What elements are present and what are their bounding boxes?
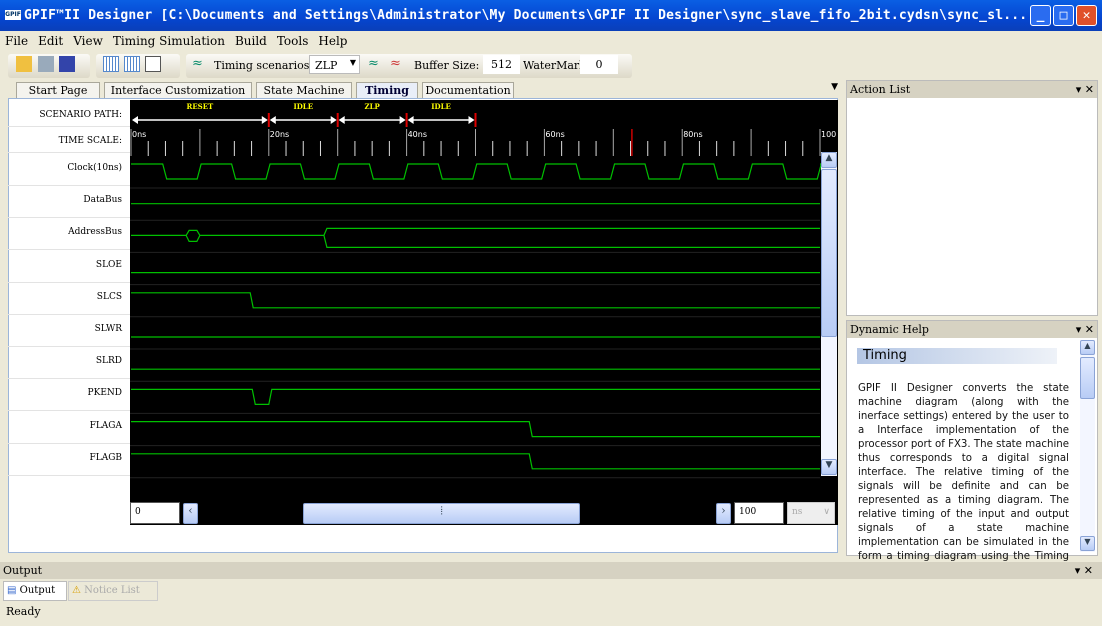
time-tick-label: 100 <box>821 130 836 139</box>
tab-interface-customization[interactable]: Interface Customization <box>104 82 252 98</box>
signal-waveform <box>131 227 820 248</box>
document-tabs: Start Page Interface Customization State… <box>8 80 838 98</box>
signal-label: FLAGA <box>89 420 122 431</box>
signal-label: AddressBus <box>68 227 122 238</box>
menu-edit[interactable]: Edit <box>33 31 68 48</box>
signal-label: PKEND <box>87 388 122 399</box>
signal-waveform <box>131 453 820 470</box>
signal-label: SLWR <box>94 324 122 334</box>
vertical-scrollbar[interactable]: ▲ ▼ <box>821 152 837 476</box>
panel-close-icon[interactable]: ▾ ✕ <box>1075 564 1093 577</box>
signal-label: Clock(10ns) <box>67 163 122 173</box>
menu-bar: File Edit View Timing Simulation Build Tools H… <box>0 31 1102 51</box>
save-icon[interactable] <box>59 56 75 72</box>
panel-icon[interactable] <box>145 56 161 72</box>
toolbar: ≈ Timing scenarios: ZLP ▼ ≈ ≈ Buffer Size… <box>0 52 1102 78</box>
timing-waveform[interactable]: RESET IDLE ZLP IDLE 0ns 20ns 40ns 60ns 80ns 100 <box>130 100 838 502</box>
signal-waveform <box>131 292 820 309</box>
delete-scenario-icon[interactable]: ≈ <box>390 56 406 72</box>
dynamic-help-title: Dynamic Help <box>850 323 929 336</box>
panel-close-icon[interactable]: ▾ ✕ <box>1076 323 1094 336</box>
action-list-title: Action List <box>850 83 911 96</box>
tab-documentation[interactable]: Documentation <box>422 82 514 98</box>
menu-file[interactable]: File <box>0 31 33 48</box>
minimize-button[interactable]: _ <box>1030 5 1051 26</box>
unit-select[interactable]: ns ∨ <box>787 502 835 524</box>
scenario-state-label: ZLP <box>365 102 381 111</box>
scroll-down-button[interactable]: ▼ <box>821 459 837 475</box>
signal-label: SLOE <box>95 259 122 270</box>
close-button[interactable]: ✕ <box>1076 5 1097 26</box>
help-text: GPIF II Designer converts the state mach… <box>858 383 1069 576</box>
vertical-scroll-thumb[interactable] <box>821 169 837 337</box>
range-end-input[interactable]: 100 <box>734 502 784 524</box>
time-scale-label: TIME SCALE: <box>58 136 122 146</box>
signal-waveform <box>131 421 820 438</box>
time-tick-label: 0ns <box>132 130 146 139</box>
edit-scenario-icon[interactable]: ≈ <box>368 56 384 72</box>
scroll-right-button[interactable]: › <box>716 503 731 524</box>
signal-waveform <box>131 163 823 180</box>
timing-scenario-select[interactable]: ZLP ▼ <box>309 55 360 74</box>
add-scenario-icon[interactable]: ≈ <box>192 56 208 72</box>
timing-grid-icon[interactable] <box>103 56 119 72</box>
chevron-down-icon: ▼ <box>349 58 356 67</box>
signal-label: DataBus <box>83 195 122 206</box>
range-start-input[interactable]: 0 <box>130 502 180 524</box>
warning-icon: ⚠ <box>72 585 85 596</box>
scenario-path-label: SCENARIO PATH: <box>39 110 122 120</box>
time-tick-label: 20ns <box>270 130 289 139</box>
title-bar: GPIF GPIF™II Designer [C:\Documents and … <box>0 0 1102 31</box>
help-heading: Timing <box>857 348 1057 364</box>
signal-label: SLRD <box>95 356 122 367</box>
scenario-state-label: IDLE <box>431 102 451 111</box>
status-text: Ready <box>6 605 41 618</box>
timing-grid2-icon[interactable] <box>124 56 140 72</box>
document-icon: ▤ <box>7 585 20 596</box>
time-tick-label: 60ns <box>545 130 564 139</box>
action-list-content <box>847 98 1097 315</box>
time-tick-label: 40ns <box>408 130 427 139</box>
timing-scenarios-label: Timing scenarios: <box>214 59 314 72</box>
app-icon: GPIF <box>5 10 21 20</box>
tab-start-page[interactable]: Start Page <box>16 82 100 98</box>
time-tick-label: 80ns <box>683 130 702 139</box>
menu-build[interactable]: Build <box>230 31 272 48</box>
buffer-size-label: Buffer Size: <box>414 59 480 72</box>
help-scrollbar[interactable]: ▲ ▼ <box>1080 340 1095 552</box>
signal-waveform <box>131 388 820 405</box>
scroll-up-button[interactable]: ▲ <box>821 152 837 168</box>
panel-close-icon[interactable]: ▾ ✕ <box>1076 83 1094 96</box>
time-range-bar: 0 ‹ ⦙ › 100 ns ∨ <box>130 502 838 525</box>
output-tab-output[interactable]: ▤ Output <box>3 581 67 601</box>
signal-label: SLCS <box>96 291 122 302</box>
horizontal-scroll-thumb[interactable]: ⦙ <box>302 503 581 524</box>
open-project-icon[interactable] <box>38 56 54 72</box>
dynamic-help-panel: Dynamic Help ▾ ✕ Timing GPIF II Designer … <box>846 320 1098 576</box>
tab-state-machine[interactable]: State Machine <box>256 82 352 98</box>
tab-timing[interactable]: Timing <box>356 82 418 98</box>
tab-list-dropdown-icon[interactable]: ▼ <box>831 82 838 92</box>
scroll-left-button[interactable]: ‹ <box>183 503 198 524</box>
scenario-state-label: RESET <box>187 102 215 111</box>
menu-view[interactable]: View <box>68 31 108 48</box>
output-header: Output ▾ ✕ <box>0 562 1102 579</box>
menu-timing-simulation[interactable]: Timing Simulation <box>108 31 230 48</box>
maximize-button[interactable]: □ <box>1053 5 1074 26</box>
menu-tools[interactable]: Tools <box>272 31 314 48</box>
scenario-state-label: IDLE <box>293 102 313 111</box>
signal-labels: SCENARIO PATH: TIME SCALE: Clock(10ns) Da… <box>8 98 130 498</box>
output-tab-notice-list[interactable]: ⚠ Notice List <box>68 581 158 601</box>
output-title: Output <box>3 564 43 577</box>
new-project-icon[interactable] <box>16 56 32 72</box>
buffer-size-input[interactable]: 512 <box>483 55 520 74</box>
signal-label: FLAGB <box>89 452 122 463</box>
watermark-input[interactable]: 0 <box>580 55 618 74</box>
window-title: GPIF™II Designer [C:\Documents and Setti… <box>24 8 1028 23</box>
menu-help[interactable]: Help <box>313 31 352 48</box>
action-list-panel: Action List ▾ ✕ <box>846 80 1098 316</box>
